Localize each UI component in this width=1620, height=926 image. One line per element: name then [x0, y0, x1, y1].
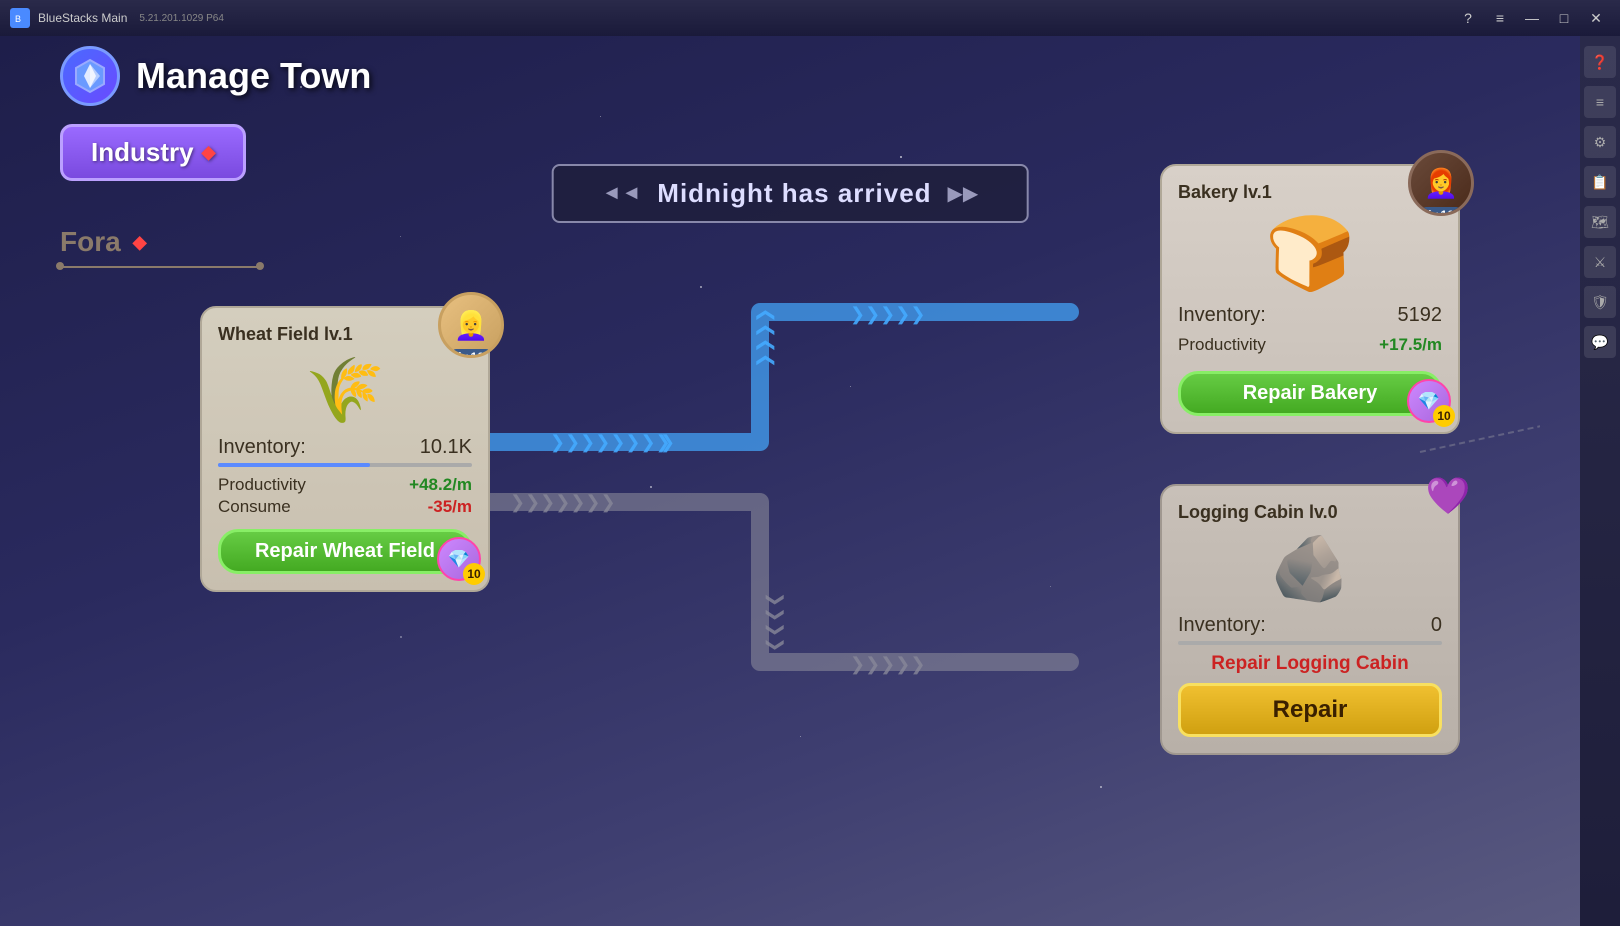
page-title-area: Manage Town	[60, 46, 371, 106]
logging-gem-icon: 💜	[1422, 470, 1474, 522]
wheat-icon: 🌾	[218, 353, 472, 428]
repair-wheat-cost-num: 10	[463, 563, 485, 585]
bakery-inventory-row: Inventory: 5192	[1178, 304, 1442, 327]
bakery-card-title: Bakery lv.1	[1178, 182, 1442, 203]
logging-inventory-row: Inventory: 0	[1178, 614, 1442, 637]
wheat-productivity-label: Productivity	[218, 475, 306, 495]
sidebar-icon-7[interactable]: 🛡	[1584, 286, 1616, 318]
svg-text:❯❯❯❯: ❯❯❯❯	[765, 592, 786, 652]
wheat-field-card: Wheat Field lv.1 👱‍♀️ lv.16 🌾 Inventory:…	[200, 306, 490, 592]
character-diamond: ◆	[133, 232, 147, 253]
wheat-card-avatar: 👱‍♀️ lv.16	[438, 292, 504, 358]
sidebar-icon-1[interactable]: ❓	[1584, 46, 1616, 78]
repair-bakery-cost-badge: 💎 10	[1407, 379, 1451, 423]
industry-diamond: ◆	[202, 142, 216, 163]
svg-text:❯❯❯❯❯: ❯❯❯❯❯	[850, 304, 925, 325]
minimize-button[interactable]: —	[1518, 4, 1546, 32]
bakery-productivity-label: Productivity	[1178, 335, 1266, 355]
logging-inventory-value: 0	[1431, 614, 1442, 637]
bakery-productivity-row: Productivity +17.5/m	[1178, 335, 1442, 355]
page-title: Manage Town	[136, 55, 371, 97]
svg-text:❯: ❯	[660, 432, 675, 453]
wheat-consume-row: Consume -35/m	[218, 497, 472, 517]
window-controls[interactable]: ? ≡ — □ ✕	[1454, 4, 1610, 32]
wheat-productivity-value: +48.2/m	[409, 475, 472, 495]
page-title-icon	[60, 46, 120, 106]
app-version: 5.21.201.1029 P64	[139, 13, 224, 24]
bakery-avatar-face: 👩‍🦰	[1424, 167, 1459, 200]
wheat-inventory-value: 10.1K	[420, 436, 472, 459]
repair-logging-button[interactable]: Repair	[1178, 683, 1442, 737]
character-underline	[60, 266, 260, 268]
sidebar-icon-5[interactable]: 🗺	[1584, 206, 1616, 238]
right-sidebar: ❓ ≡ ⚙ 📋 🗺 ⚔ 🛡 💬	[1580, 36, 1620, 926]
app-name: BlueStacks Main	[38, 11, 127, 25]
wheat-inventory-fill	[218, 463, 370, 467]
game-area: Manage Town Industry ◆ Fora ◆ ◄◄ Midnigh…	[0, 36, 1580, 926]
wheat-inventory-label: Inventory:	[218, 436, 306, 459]
svg-text:❯❯❯❯: ❯❯❯❯	[754, 308, 775, 368]
repair-wheat-cost-badge: 💎 10	[437, 537, 481, 581]
character-name-area: Fora ◆	[60, 226, 147, 258]
bakery-inventory-label: Inventory:	[1178, 304, 1266, 327]
repair-logging-label: Repair	[1273, 696, 1348, 723]
logging-inventory-bar	[1178, 641, 1442, 645]
sidebar-icon-4[interactable]: 📋	[1584, 166, 1616, 198]
app-icon: B	[10, 8, 30, 28]
svg-text:B: B	[15, 14, 21, 24]
svg-text:❯❯❯❯❯: ❯❯❯❯❯	[850, 654, 925, 675]
title-bar: B BlueStacks Main 5.21.201.1029 P64 ? ≡ …	[0, 0, 1620, 36]
wheat-stats: Productivity +48.2/m Consume -35/m	[218, 475, 472, 517]
logging-repair-text: Repair Logging Cabin	[1178, 653, 1442, 675]
industry-label: Industry	[91, 137, 194, 168]
midnight-text: Midnight has arrived	[657, 178, 931, 209]
logging-inventory-label: Inventory:	[1178, 614, 1266, 637]
wheat-card-title: Wheat Field lv.1	[218, 324, 472, 345]
close-button[interactable]: ✕	[1582, 4, 1610, 32]
repair-bakery-cost-num: 10	[1433, 405, 1455, 427]
bakery-avatar: 👩‍🦰 lv.16	[1408, 150, 1474, 216]
maximize-button[interactable]: □	[1550, 4, 1578, 32]
svg-text:❯❯❯❯❯❯❯: ❯❯❯❯❯❯❯	[510, 492, 616, 513]
wheat-consume-label: Consume	[218, 497, 291, 517]
bread-icon: 🍞	[1178, 211, 1442, 296]
sidebar-icon-8[interactable]: 💬	[1584, 326, 1616, 358]
help-button[interactable]: ?	[1454, 4, 1482, 32]
logging-card-title: Logging Cabin lv.0	[1178, 502, 1442, 523]
svg-text:❯❯❯❯❯❯❯❯: ❯❯❯❯❯❯❯❯	[550, 432, 671, 453]
logging-icon: 🪨	[1178, 531, 1442, 606]
repair-bakery-label: Repair Bakery	[1243, 382, 1378, 404]
bakery-card: Bakery lv.1 👩‍🦰 lv.16 🍞 Inventory: 5192 …	[1160, 164, 1460, 434]
sidebar-icon-6[interactable]: ⚔	[1584, 246, 1616, 278]
character-name: Fora	[60, 226, 121, 258]
sidebar-icon-2[interactable]: ≡	[1584, 86, 1616, 118]
banner-right-arrow: ▶▶	[948, 181, 979, 206]
repair-wheat-button[interactable]: Repair Wheat Field 💎 10	[218, 529, 472, 574]
bakery-inventory-value: 5192	[1398, 304, 1443, 327]
wheat-productivity-row: Productivity +48.2/m	[218, 475, 472, 495]
wheat-avatar-face: 👱‍♀️	[454, 309, 489, 342]
wheat-inventory-row: Inventory: 10.1K	[218, 436, 472, 459]
industry-button[interactable]: Industry ◆	[60, 124, 246, 181]
bakery-stats: Productivity +17.5/m	[1178, 335, 1442, 355]
bakery-productivity-value: +17.5/m	[1379, 335, 1442, 355]
wheat-consume-value: -35/m	[428, 497, 472, 517]
repair-bakery-button[interactable]: Repair Bakery 💎 10	[1178, 371, 1442, 416]
midnight-banner: ◄◄ Midnight has arrived ▶▶	[552, 164, 1029, 223]
sidebar-icon-3[interactable]: ⚙	[1584, 126, 1616, 158]
menu-button[interactable]: ≡	[1486, 4, 1514, 32]
wheat-inventory-bar	[218, 463, 472, 467]
repair-wheat-label: Repair Wheat Field	[255, 540, 435, 562]
title-bar-left: B BlueStacks Main 5.21.201.1029 P64	[10, 8, 224, 28]
banner-left-arrow: ◄◄	[602, 182, 642, 205]
logging-cabin-card: Logging Cabin lv.0 💜 🪨 Inventory: 0 Repa…	[1160, 484, 1460, 755]
